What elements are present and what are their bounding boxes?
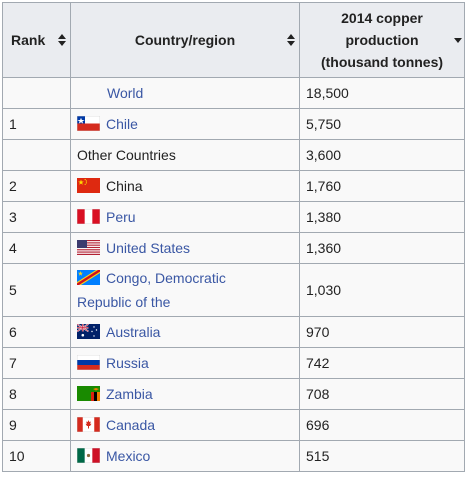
rank-cell: 3 <box>2 201 71 233</box>
country-link[interactable]: World <box>107 85 143 101</box>
rank-cell: 10 <box>2 440 71 472</box>
table-row: 1 Chile 5,750 <box>2 108 465 140</box>
country-name-line2: Republic of the <box>77 294 171 310</box>
production-cell: 3,600 <box>299 139 465 171</box>
table-row: 2 China 1,760 <box>2 170 465 202</box>
country-link[interactable]: Chile <box>106 116 138 132</box>
country-cell: Russia <box>70 347 300 379</box>
country-cell: Zambia <box>70 378 300 410</box>
table-header-row: Rank Country/region 2014 copper producti… <box>2 2 465 78</box>
rank-cell: 2 <box>2 170 71 202</box>
rank-cell <box>2 77 71 109</box>
country-cell: United States <box>70 232 300 264</box>
production-cell: 515 <box>299 440 465 472</box>
rank-column-header[interactable]: Rank <box>2 2 71 78</box>
china-flag-icon <box>77 178 100 193</box>
production-cell: 5,750 <box>299 108 465 140</box>
table-row: 3 Peru 1,380 <box>2 201 465 233</box>
country-link[interactable]: Australia <box>106 324 160 340</box>
production-cell: 970 <box>299 316 465 348</box>
chile-flag-icon <box>77 116 100 131</box>
production-cell: 1,360 <box>299 232 465 264</box>
table-row: 5 Congo, Democratic Republic of the 1,030 <box>2 263 465 317</box>
production-cell: 1,030 <box>299 263 465 317</box>
rank-cell <box>2 139 71 171</box>
rank-cell: 6 <box>2 316 71 348</box>
country-cell: Chile <box>70 108 300 140</box>
usa-flag-icon <box>77 240 100 255</box>
country-name: China <box>106 178 143 194</box>
country-name-line1: Congo, Democratic <box>106 270 226 286</box>
australia-flag-icon <box>77 324 100 339</box>
production-cell: 1,760 <box>299 170 465 202</box>
drc-flag-icon <box>77 270 100 285</box>
canada-flag-icon <box>77 417 100 432</box>
production-cell: 696 <box>299 409 465 441</box>
production-header-line3: (thousand tonnes) <box>320 54 444 70</box>
sort-descending-icon[interactable] <box>454 34 462 46</box>
table-row: 6 Australia 970 <box>2 316 465 348</box>
rank-cell: 5 <box>2 263 71 317</box>
production-cell: 1,380 <box>299 201 465 233</box>
table-row: Other Countries 3,600 <box>2 139 465 171</box>
table-row: 10 Mexico 515 <box>2 440 465 472</box>
table-row: 8 Zambia 708 <box>2 378 465 410</box>
production-header-line2: production <box>345 32 419 48</box>
production-header-line1: 2014 copper <box>341 10 423 26</box>
russia-flag-icon <box>77 355 100 370</box>
country-cell: Other Countries <box>70 139 300 171</box>
peru-flag-icon <box>77 209 100 224</box>
production-cell: 18,500 <box>299 77 465 109</box>
rank-cell: 1 <box>2 108 71 140</box>
sort-both-icon[interactable] <box>287 34 295 46</box>
rank-cell: 7 <box>2 347 71 379</box>
table-row: World 18,500 <box>2 77 465 109</box>
mexico-flag-icon <box>77 448 100 463</box>
copper-production-table: Rank Country/region 2014 copper producti… <box>2 2 465 472</box>
rank-cell: 4 <box>2 232 71 264</box>
sort-both-icon[interactable] <box>58 34 66 46</box>
rank-cell: 8 <box>2 378 71 410</box>
country-column-header[interactable]: Country/region <box>70 2 300 78</box>
country-cell: Canada <box>70 409 300 441</box>
production-column-header[interactable]: 2014 copper production (thousand tonnes) <box>299 2 465 78</box>
country-cell: Peru <box>70 201 300 233</box>
country-cell: Mexico <box>70 440 300 472</box>
country-link[interactable]: Peru <box>106 209 136 225</box>
country-cell: China <box>70 170 300 202</box>
country-link[interactable]: Mexico <box>106 448 150 464</box>
table-row: 9 Canada 696 <box>2 409 465 441</box>
country-name: Other Countries <box>77 147 176 163</box>
country-cell: Australia <box>70 316 300 348</box>
zambia-flag-icon <box>77 386 100 401</box>
production-cell: 742 <box>299 347 465 379</box>
production-cell: 708 <box>299 378 465 410</box>
rank-header-label: Rank <box>11 32 46 48</box>
country-link[interactable]: Zambia <box>106 386 153 402</box>
country-cell: World <box>70 77 300 109</box>
country-link[interactable]: Canada <box>106 417 155 433</box>
rank-cell: 9 <box>2 409 71 441</box>
country-header-label: Country/region <box>134 32 236 48</box>
table-row: 4 United States 1,360 <box>2 232 465 264</box>
table-row: 7 Russia 742 <box>2 347 465 379</box>
country-cell: Congo, Democratic Republic of the <box>70 263 300 317</box>
country-link[interactable]: Russia <box>106 355 149 371</box>
country-link[interactable]: United States <box>106 240 190 256</box>
